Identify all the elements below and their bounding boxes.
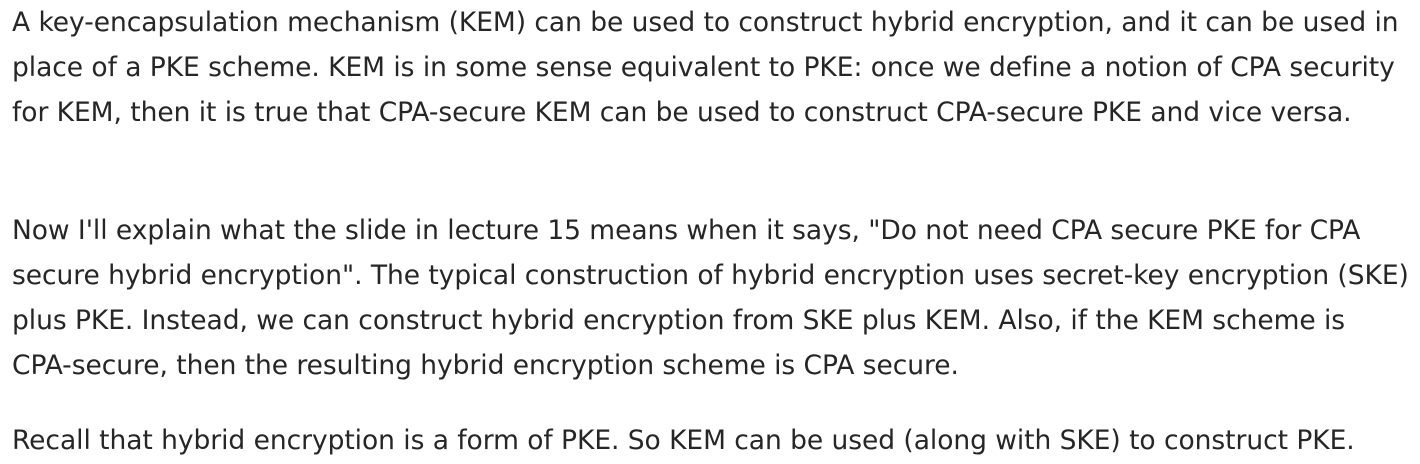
paragraph-hybrid-encryption: Now I'll explain what the slide in lectu… — [12, 215, 1409, 381]
paragraph-recall: Recall that hybrid encryption is a form … — [12, 425, 1355, 456]
paragraph-kem-intro: A key-encapsulation mechanism (KEM) can … — [12, 7, 1399, 128]
